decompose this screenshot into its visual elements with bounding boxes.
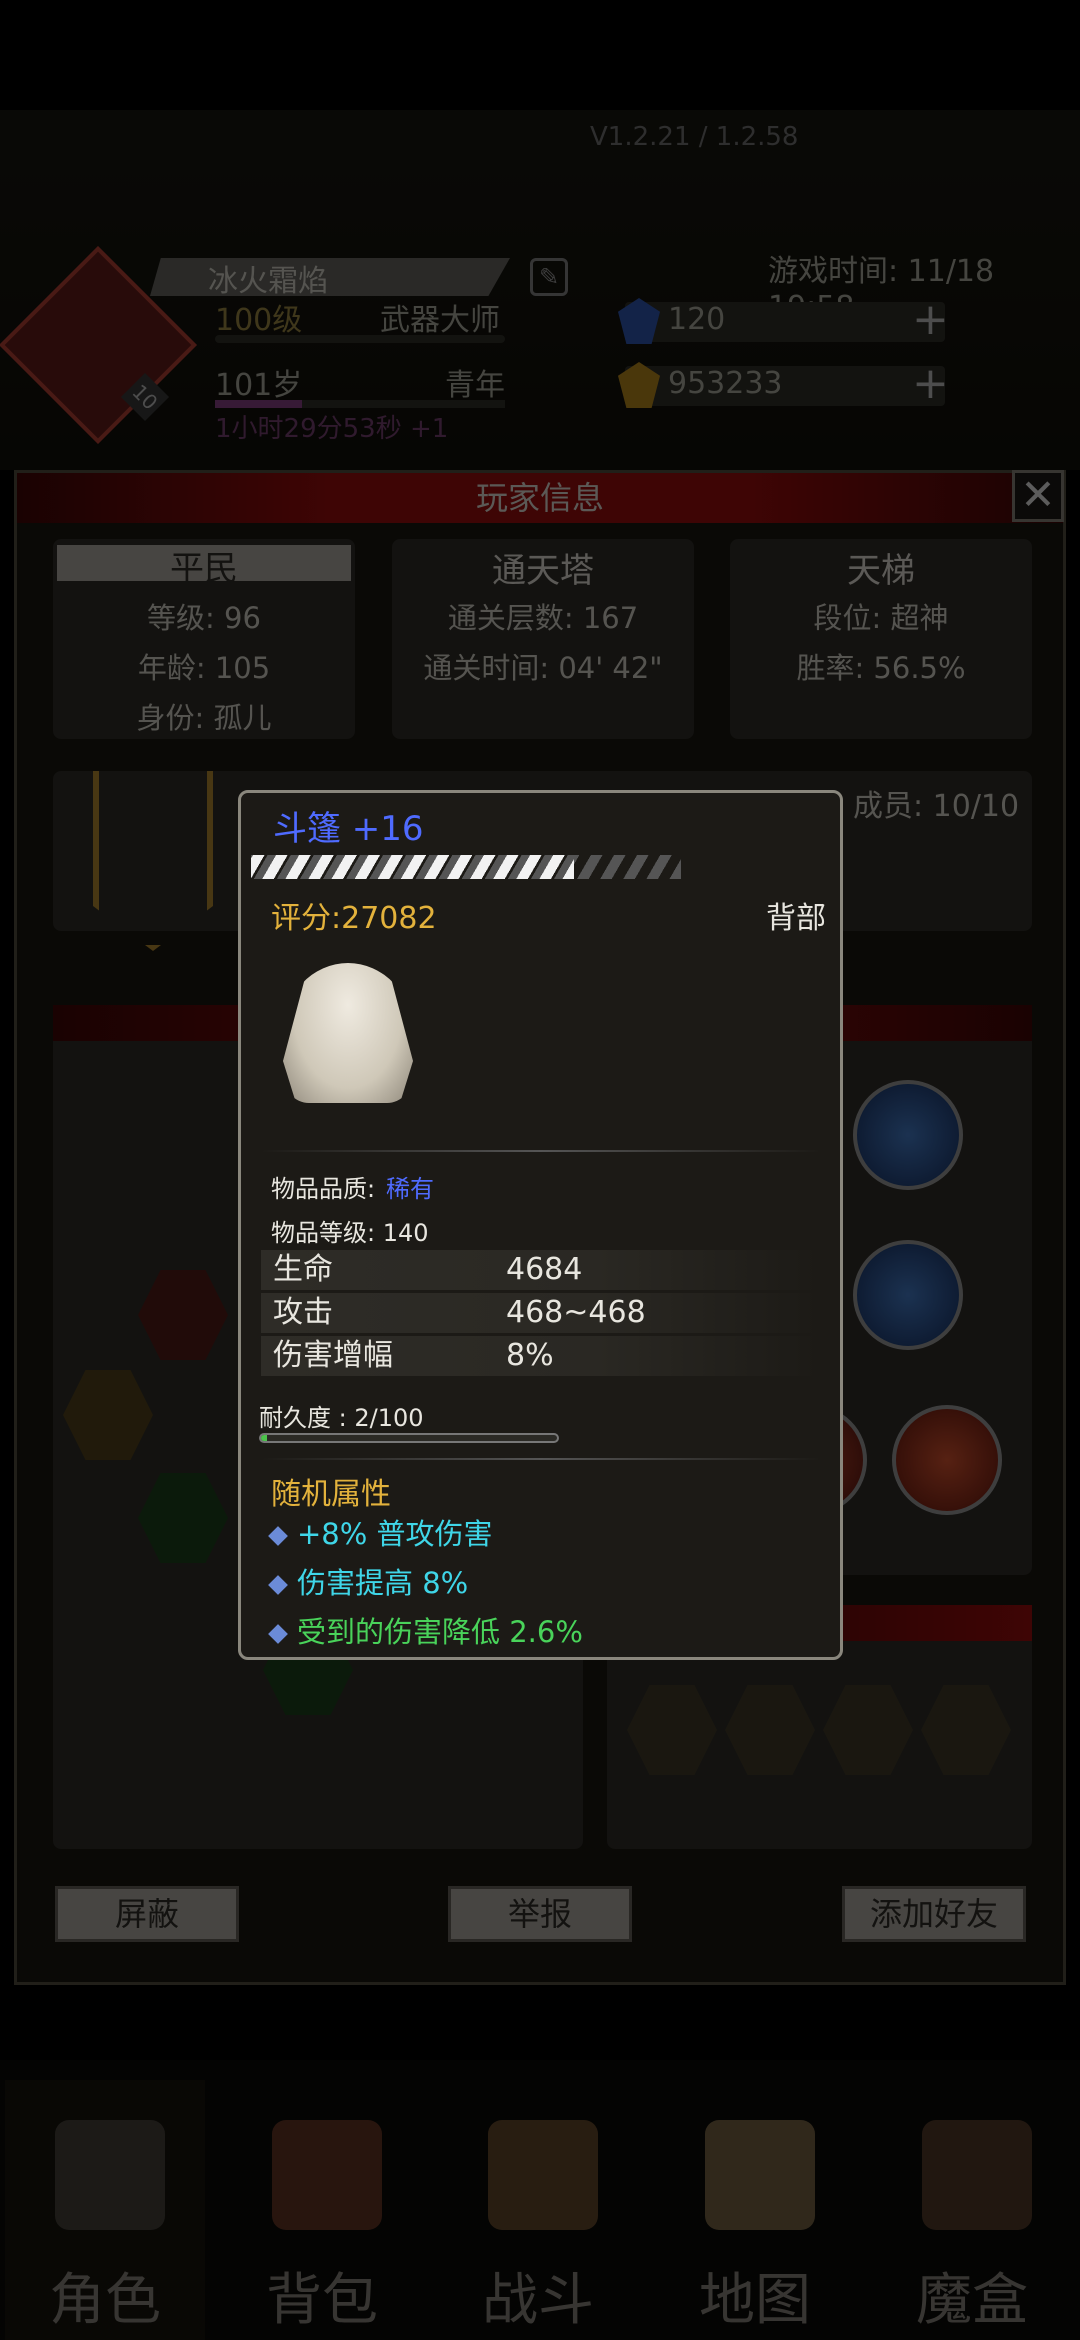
- ladder-title: 天梯: [847, 551, 915, 591]
- attr-row-attack: 攻击 468~468: [261, 1293, 821, 1333]
- edit-name-icon[interactable]: ✎: [530, 258, 568, 296]
- civilian-age: 年龄: 105: [137, 651, 271, 685]
- item-score: 评分:27082: [271, 901, 437, 936]
- random-attr-1-text: +8% 普攻伤害: [297, 1517, 493, 1551]
- nav-character[interactable]: 角色: [5, 2080, 205, 2340]
- helmet-icon: [55, 2120, 165, 2230]
- diamond-bullet-icon: [268, 1624, 288, 1644]
- nav-map-label: 地图: [699, 2268, 811, 2333]
- exp-bar: [215, 335, 505, 343]
- attr-attack-name: 攻击: [273, 1295, 333, 1330]
- tower-title: 通天塔: [492, 551, 594, 591]
- scroll-map-icon: [705, 2120, 815, 2230]
- close-icon[interactable]: ✕: [1012, 470, 1064, 522]
- age-bar: [215, 400, 505, 408]
- enhance-progress-fill: [251, 855, 574, 879]
- guild-banner-icon: [93, 771, 213, 951]
- player-level: 100级: [215, 303, 303, 338]
- nav-backpack-label: 背包: [266, 2268, 378, 2333]
- guild-members: 成员: 10/10: [853, 789, 1020, 824]
- item-quality-value: 稀有: [386, 1175, 434, 1203]
- item-name: 斗篷 +16: [273, 809, 424, 849]
- water-skill-icon[interactable]: [853, 1080, 963, 1190]
- item-slot: 背部: [766, 901, 826, 936]
- attr-damage-amp-value: 8%: [506, 1338, 554, 1373]
- tower-time: 通关时间: 04' 42": [423, 651, 663, 685]
- weapon-slot-icon[interactable]: [138, 1473, 228, 1563]
- durability-label: 耐久度 : 2/100: [259, 1404, 424, 1432]
- cloak-icon: [283, 963, 413, 1103]
- player-hud: V1.2.21 / 1.2.58 10 冰火霜焰 ✎ 100级 武器大师 101…: [0, 110, 1080, 470]
- dice-box-icon: [922, 2120, 1032, 2230]
- ladder-winrate: 胜率: 56.5%: [796, 651, 966, 685]
- durability-bar: [259, 1433, 559, 1443]
- player-class: 武器大师: [380, 303, 500, 338]
- random-attr-3: 受到的伤害降低 2.6%: [268, 1609, 583, 1651]
- ladder-card: 天梯 段位: 超神 胜率: 56.5%: [730, 539, 1032, 739]
- nav-character-label: 角色: [49, 2268, 161, 2333]
- item-level: 物品等级: 140: [271, 1219, 429, 1247]
- random-attrs-title: 随机属性: [271, 1477, 391, 1512]
- item-quality-label: 物品品质:: [271, 1175, 376, 1203]
- backpack-icon: [272, 2120, 382, 2230]
- tower-floors: 通关层数: 167: [447, 601, 639, 635]
- tower-card: 通天塔 通关层数: 167 通关时间: 04' 42": [392, 539, 694, 739]
- random-attr-2: 伤害提高 8%: [268, 1560, 469, 1602]
- ladder-rank: 段位: 超神: [813, 601, 949, 635]
- item-tooltip: 斗篷 +16 评分:27082 背部 物品品质: 稀有 物品等级: 140 生命…: [238, 790, 843, 1660]
- gold-count: 953233: [668, 366, 783, 401]
- nav-magic-box-label: 魔盒: [916, 2268, 1028, 2333]
- version-label: V1.2.21 / 1.2.58: [590, 122, 799, 152]
- panel-title: 玩家信息: [17, 473, 1063, 523]
- attr-row-damage-amp: 伤害增幅 8%: [261, 1336, 821, 1376]
- player-name-plate: [150, 258, 510, 296]
- sword-skill-icon[interactable]: [892, 1405, 1002, 1515]
- random-divider: [261, 1458, 821, 1460]
- shuriken-talent-icon[interactable]: [823, 1685, 913, 1775]
- player-name: 冰火霜焰: [208, 264, 328, 299]
- attr-row-hp: 生命 4684: [261, 1250, 821, 1290]
- attr-hp-name: 生命: [273, 1252, 333, 1287]
- diamond-bullet-icon: [268, 1575, 288, 1595]
- random-attr-1: +8% 普攻伤害: [268, 1511, 493, 1553]
- add-gold-button[interactable]: +: [912, 362, 949, 406]
- civilian-identity: 身份: 孤儿: [136, 701, 272, 735]
- nav-magic-box[interactable]: 魔盒: [872, 2080, 1072, 2340]
- rune-talent-icon[interactable]: [725, 1685, 815, 1775]
- attr-hp-value: 4684: [506, 1252, 583, 1287]
- nav-map[interactable]: 地图: [655, 2080, 855, 2340]
- age-timer: 1小时29分53秒 +1: [215, 414, 449, 444]
- sword-shield-icon: [488, 2120, 598, 2230]
- nav-battle[interactable]: 战斗: [438, 2080, 638, 2340]
- attr-attack-value: 468~468: [506, 1295, 646, 1330]
- civilian-title: 平民: [170, 549, 238, 589]
- enhance-progress-bar: [251, 855, 681, 879]
- block-button[interactable]: 屏蔽: [55, 1886, 239, 1942]
- moon-skill-icon[interactable]: [853, 1240, 963, 1350]
- gem-count: 120: [668, 302, 726, 337]
- add-gem-button[interactable]: +: [912, 298, 949, 342]
- hourglass-talent-icon[interactable]: [921, 1685, 1011, 1775]
- durability-fill: [261, 1435, 267, 1441]
- nav-battle-label: 战斗: [482, 2268, 594, 2333]
- gloves-slot-icon[interactable]: [138, 1270, 228, 1360]
- diamond-bullet-icon: [268, 1526, 288, 1546]
- civilian-card: 平民 等级: 96 年龄: 105 身份: 孤儿: [53, 539, 355, 739]
- player-life-stage: 青年: [445, 368, 505, 403]
- attr-damage-amp-name: 伤害增幅: [273, 1338, 393, 1373]
- status-bar-area: [0, 0, 1080, 110]
- ornament-divider: [261, 1150, 821, 1152]
- random-attr-2-text: 伤害提高 8%: [297, 1566, 469, 1600]
- civilian-level: 等级: 96: [147, 601, 261, 635]
- belt-slot-icon[interactable]: [63, 1370, 153, 1460]
- nav-backpack[interactable]: 背包: [222, 2080, 422, 2340]
- report-button[interactable]: 举报: [448, 1886, 632, 1942]
- ghost-talent-icon[interactable]: [627, 1685, 717, 1775]
- add-friend-button[interactable]: 添加好友: [842, 1886, 1026, 1942]
- player-age: 101岁: [215, 368, 303, 403]
- random-attr-3-text: 受到的伤害降低 2.6%: [297, 1615, 583, 1649]
